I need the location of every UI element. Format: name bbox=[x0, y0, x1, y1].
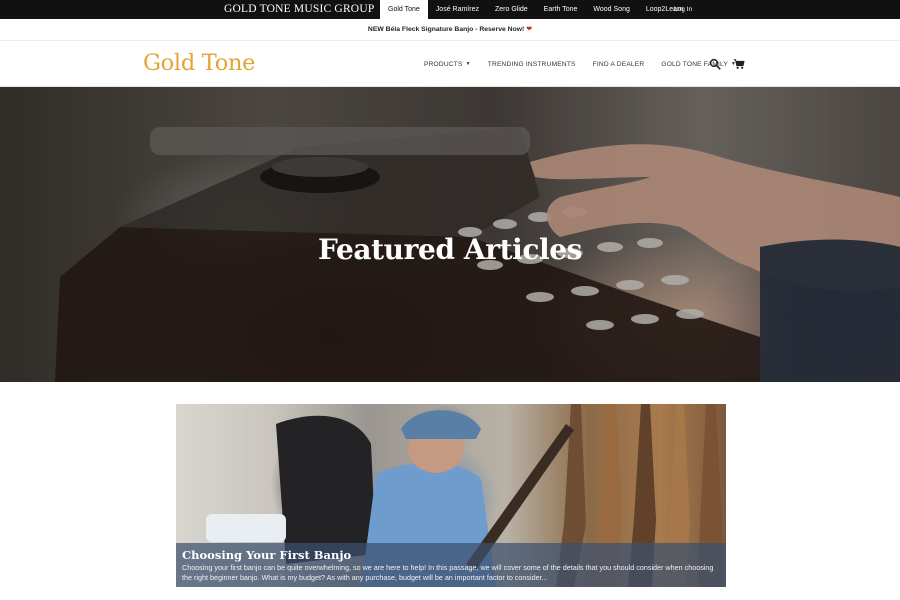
nav-trending-instruments[interactable]: TRENDING INSTRUMENTS bbox=[488, 61, 576, 68]
article-title[interactable]: Choosing Your First Banjo bbox=[182, 548, 720, 562]
caret-down-icon: ▼ bbox=[465, 61, 471, 67]
announcement-bar[interactable]: NEW Béla Fleck Signature Banjo - Reserve… bbox=[0, 19, 900, 41]
brand-bar: GOLD TONE MUSIC GROUP Gold Tone José Ram… bbox=[0, 0, 900, 19]
article-card[interactable]: Choosing Your First Banjo Choosing your … bbox=[176, 404, 726, 587]
nav-links: PRODUCTS ▼ TRENDING INSTRUMENTS FIND A D… bbox=[424, 41, 753, 87]
nav-products-label: PRODUCTS bbox=[424, 60, 463, 68]
announcement-text: NEW Béla Fleck Signature Banjo - Reserve… bbox=[367, 26, 525, 33]
brand-tab-gold-tone[interactable]: Gold Tone bbox=[380, 0, 428, 19]
hero-banner: Featured Articles bbox=[0, 87, 900, 382]
login-link[interactable]: Log In bbox=[674, 0, 692, 19]
nav-find-a-dealer[interactable]: FIND A DEALER bbox=[593, 61, 645, 68]
cart-icon[interactable] bbox=[733, 58, 745, 70]
nav-trending-label: TRENDING INSTRUMENTS bbox=[487, 60, 576, 68]
hero-title: Featured Articles bbox=[318, 233, 582, 266]
brand-tabs: Gold Tone José Ramírez Zero Glide Earth … bbox=[380, 0, 691, 19]
brand-tab-zero-glide[interactable]: Zero Glide bbox=[487, 0, 536, 19]
brand-tab-wood-song[interactable]: Wood Song bbox=[585, 0, 637, 19]
nav-products[interactable]: PRODUCTS ▼ bbox=[424, 61, 471, 68]
logo[interactable]: Gold Tone bbox=[143, 50, 255, 76]
heart-icon: ❤ bbox=[526, 26, 533, 33]
article-excerpt: Choosing your first banjo can be quite o… bbox=[182, 563, 714, 582]
search-icon[interactable] bbox=[709, 58, 721, 70]
group-name[interactable]: GOLD TONE MUSIC GROUP bbox=[224, 3, 374, 15]
main-nav: Gold Tone PRODUCTS ▼ TRENDING INSTRUMENT… bbox=[0, 41, 900, 87]
brand-tab-earth-tone[interactable]: Earth Tone bbox=[536, 0, 586, 19]
nav-gold-tone-family[interactable]: GOLD TONE FAMILY ▼ bbox=[661, 61, 736, 68]
nav-dealer-label: FIND A DEALER bbox=[592, 60, 645, 68]
article-caption: Choosing Your First Banjo Choosing your … bbox=[176, 543, 726, 587]
brand-tab-jose-ramirez[interactable]: José Ramírez bbox=[428, 0, 487, 19]
